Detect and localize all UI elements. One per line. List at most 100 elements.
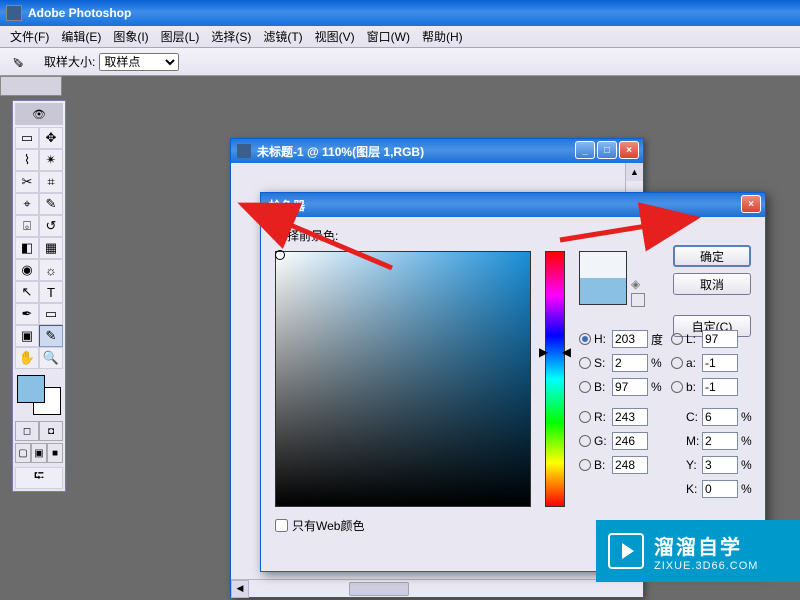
label-g: G: — [594, 434, 612, 448]
screen-full-menu[interactable]: ▣ — [31, 443, 47, 463]
label-bv: B: — [594, 458, 612, 472]
tool-dodge[interactable]: ☼ — [39, 259, 63, 281]
menu-help[interactable]: 帮助(H) — [416, 28, 469, 45]
input-bv[interactable] — [612, 456, 648, 474]
picker-titlebar[interactable]: 拾色器 × — [261, 193, 765, 217]
tool-move[interactable]: ✥ — [39, 127, 63, 149]
label-lb: b: — [686, 380, 702, 394]
tool-slice[interactable]: ⌗ — [39, 171, 63, 193]
menu-view[interactable]: 视图(V) — [309, 28, 361, 45]
unit-m: % — [741, 434, 759, 448]
cancel-button[interactable]: 取消 — [673, 273, 751, 295]
tool-zoom[interactable]: 🔍 — [39, 347, 63, 369]
tool-brush[interactable]: ✎ — [39, 193, 63, 215]
tool-hand[interactable]: ✋ — [15, 347, 39, 369]
tool-path[interactable]: ↖ — [15, 281, 39, 303]
photoshop-icon — [6, 5, 22, 21]
tool-type[interactable]: T — [39, 281, 63, 303]
screen-full[interactable]: ■ — [47, 443, 63, 463]
input-a[interactable] — [702, 354, 738, 372]
preview-old-color[interactable] — [580, 278, 626, 304]
doc-close-button[interactable]: × — [619, 141, 639, 159]
input-h[interactable] — [612, 330, 648, 348]
tool-notes[interactable]: ▣ — [15, 325, 39, 347]
tools-header[interactable] — [15, 103, 63, 125]
app-titlebar: Adobe Photoshop — [0, 0, 800, 26]
web-only-label: 只有Web颜色 — [292, 517, 364, 534]
unit-y: % — [741, 458, 759, 472]
input-c[interactable] — [702, 408, 738, 426]
label-k: K: — [686, 482, 702, 496]
label-y: Y: — [686, 458, 702, 472]
menu-image[interactable]: 图象(I) — [107, 28, 154, 45]
color-swatches[interactable] — [15, 373, 63, 417]
tool-eyedropper[interactable]: ✎ — [39, 325, 63, 347]
radio-bv[interactable] — [579, 459, 591, 471]
document-titlebar[interactable]: 未标题-1 @ 110%(图层 1,RGB) _ □ × — [231, 139, 643, 163]
tool-marquee[interactable]: ▭ — [15, 127, 39, 149]
web-only-checkbox[interactable] — [275, 519, 288, 532]
menu-layer[interactable]: 图层(L) — [155, 28, 206, 45]
input-m[interactable] — [702, 432, 738, 450]
saturation-value-field[interactable] — [275, 251, 531, 507]
menu-select[interactable]: 选择(S) — [205, 28, 257, 45]
unit-k: % — [741, 482, 759, 496]
input-s[interactable] — [612, 354, 648, 372]
sample-size-select[interactable]: 取样点 — [99, 53, 179, 71]
input-g[interactable] — [612, 432, 648, 450]
radio-g[interactable] — [579, 435, 591, 447]
doc-minimize-button[interactable]: _ — [575, 141, 595, 159]
tool-lasso[interactable]: ⌇ — [15, 149, 39, 171]
tool-stamp[interactable]: ⌻ — [15, 215, 39, 237]
sv-cursor-icon — [275, 250, 285, 260]
input-b[interactable] — [612, 378, 648, 396]
radio-a[interactable] — [671, 357, 683, 369]
quickmask-mode[interactable]: ◘ — [39, 421, 63, 441]
hue-slider[interactable] — [545, 251, 565, 507]
tool-heal[interactable]: ⌖ — [15, 193, 39, 215]
ok-button[interactable]: 确定 — [673, 245, 751, 267]
jump-to-imageready[interactable]: ⮓ — [15, 467, 63, 489]
tool-pen[interactable]: ✒ — [15, 303, 39, 325]
radio-s[interactable] — [579, 357, 591, 369]
menu-window[interactable]: 窗口(W) — [361, 28, 416, 45]
tool-crop[interactable]: ✂ — [15, 171, 39, 193]
radio-b[interactable] — [579, 381, 591, 393]
input-l[interactable] — [702, 330, 738, 348]
watermark: 溜溜自学 ZIXUE.3D66.COM — [596, 520, 800, 582]
preview-new-color[interactable] — [580, 252, 626, 278]
label-b: B: — [594, 380, 612, 394]
websafe-warning-icon[interactable] — [631, 293, 645, 307]
radio-h[interactable] — [579, 333, 591, 345]
radio-r[interactable] — [579, 411, 591, 423]
tool-shape[interactable]: ▭ — [39, 303, 63, 325]
tools-panel: ▭✥ ⌇✴ ✂⌗ ⌖✎ ⌻↺ ◧▦ ◉☼ ↖T ✒▭ ▣✎ ✋🔍 ◻◘ ▢▣■ … — [12, 100, 66, 492]
screen-standard[interactable]: ▢ — [15, 443, 31, 463]
menu-filter[interactable]: 滤镜(T) — [257, 28, 308, 45]
doc-horizontal-scrollbar[interactable]: ◀ — [231, 579, 643, 597]
input-y[interactable] — [702, 456, 738, 474]
tool-wand[interactable]: ✴ — [39, 149, 63, 171]
input-lb[interactable] — [702, 378, 738, 396]
menu-bar: 文件(F) 编辑(E) 图象(I) 图层(L) 选择(S) 滤镜(T) 视图(V… — [0, 26, 800, 48]
hue-slider-thumb[interactable]: ▶◀ — [539, 345, 571, 359]
tool-blur[interactable]: ◉ — [15, 259, 39, 281]
color-preview — [579, 251, 627, 305]
standard-mode[interactable]: ◻ — [15, 421, 39, 441]
foreground-color-swatch[interactable] — [17, 375, 45, 403]
tool-history[interactable]: ↺ — [39, 215, 63, 237]
picker-close-button[interactable]: × — [741, 195, 761, 213]
scroll-thumb[interactable] — [349, 582, 409, 596]
tool-gradient[interactable]: ▦ — [39, 237, 63, 259]
scroll-left-button[interactable]: ◀ — [231, 580, 249, 598]
radio-l[interactable] — [671, 333, 683, 345]
menu-file[interactable]: 文件(F) — [4, 28, 55, 45]
play-icon — [608, 533, 644, 569]
tool-eraser[interactable]: ◧ — [15, 237, 39, 259]
menu-edit[interactable]: 编辑(E) — [55, 28, 107, 45]
doc-maximize-button[interactable]: □ — [597, 141, 617, 159]
radio-lb[interactable] — [671, 381, 683, 393]
input-r[interactable] — [612, 408, 648, 426]
input-k[interactable] — [702, 480, 738, 498]
gamut-warning-icon[interactable]: ◈ — [631, 277, 640, 291]
